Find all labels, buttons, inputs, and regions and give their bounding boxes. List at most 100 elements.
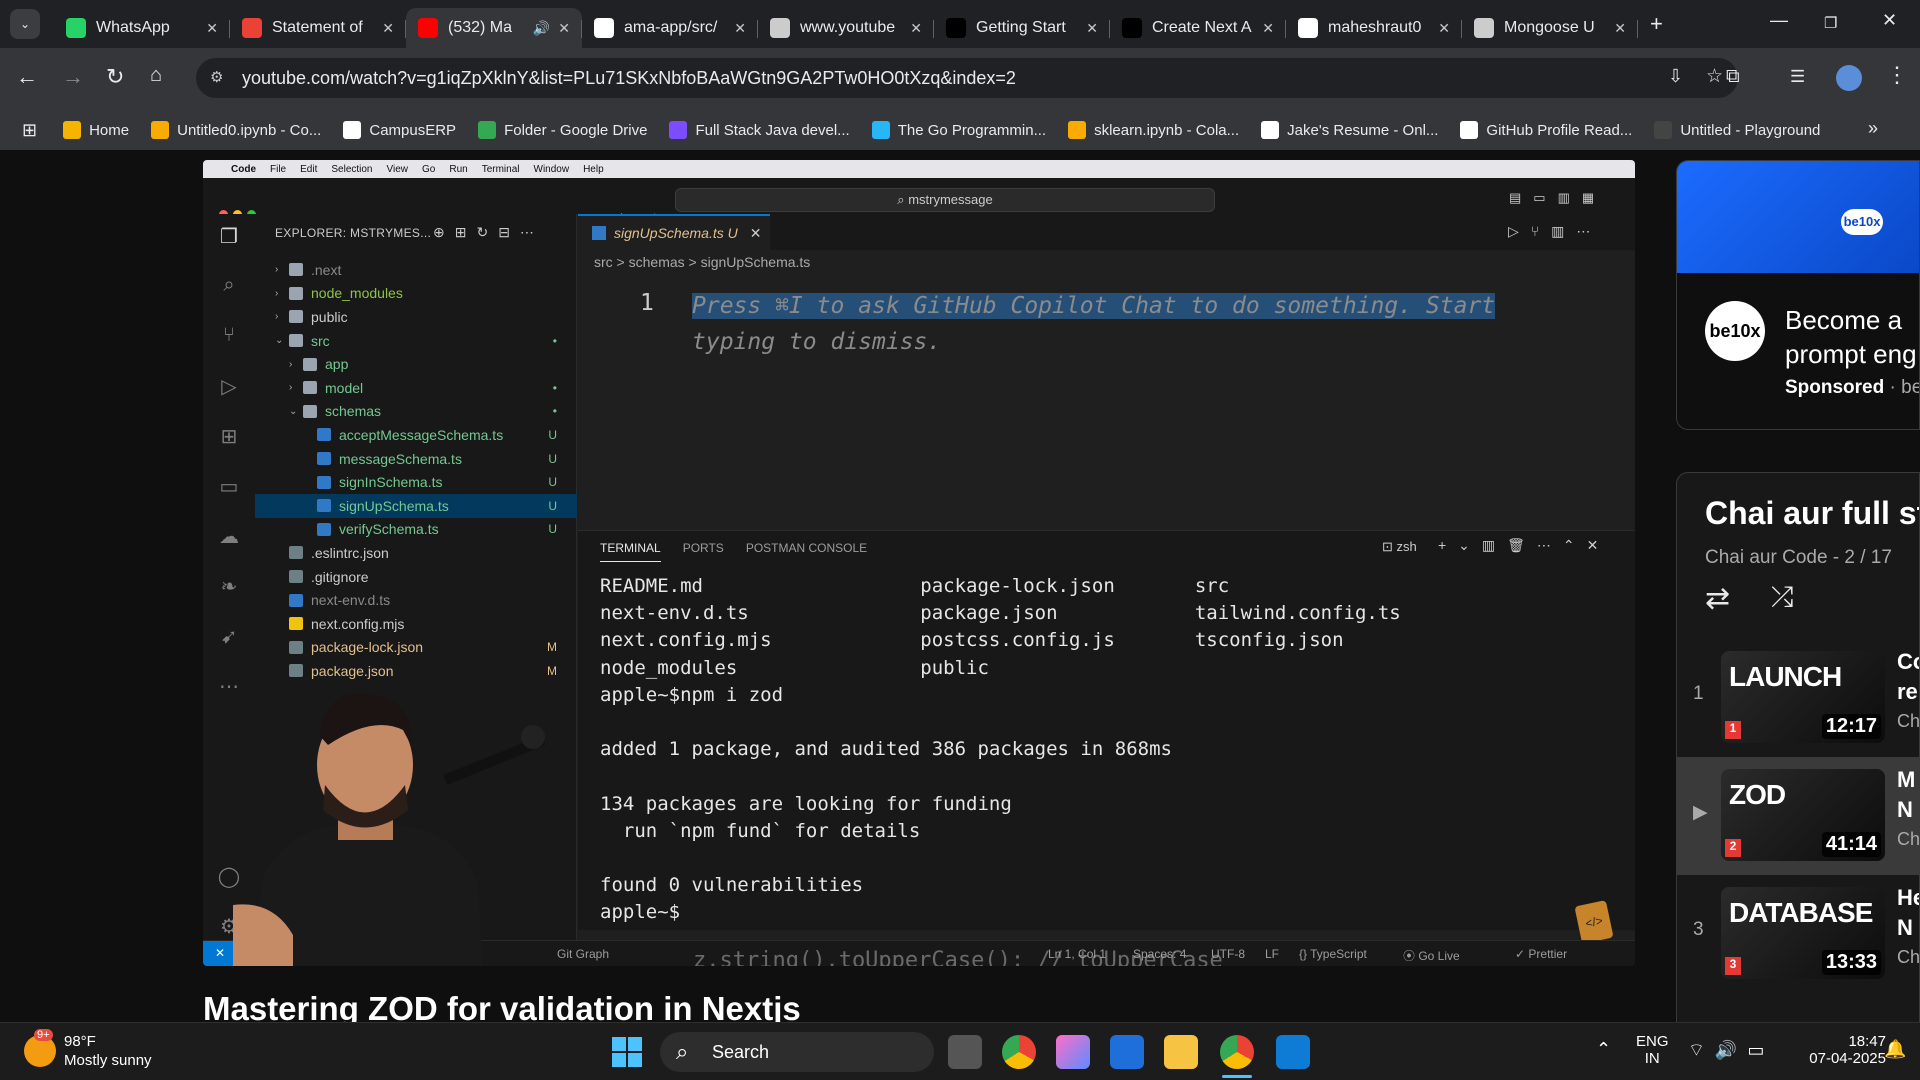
editor-actions: ▷⑂▥⋯: [1508, 223, 1603, 239]
shuffle-icon[interactable]: ⤮: [1771, 581, 1793, 614]
video-player[interactable]: Code File Edit Selection View Go Run Terminal Wi…: [203, 160, 1635, 966]
bookmark-item[interactable]: GitHub Profile Read...: [1460, 121, 1632, 139]
status-git-graph: Git Graph: [557, 947, 610, 961]
video-duration: 13:33: [1821, 950, 1881, 975]
bookmark-favicon: [1261, 121, 1280, 139]
browser-tab[interactable]: Statement of ✕: [230, 8, 406, 48]
tab-search-button[interactable]: ⌄: [10, 9, 40, 39]
bookmark-star-icon[interactable]: ☆: [1706, 65, 1723, 88]
mac-menu-item: Edit: [300, 163, 318, 175]
restore-icon[interactable]: ❐: [1824, 14, 1837, 32]
apps-grid-icon[interactable]: ⊞: [22, 120, 37, 141]
install-app-icon[interactable]: ⇩: [1668, 66, 1683, 87]
bookmark-item[interactable]: Untitled0.ipynb - Co...: [151, 121, 321, 139]
media-control-icon[interactable]: ☰: [1790, 67, 1805, 87]
tab-close-icon[interactable]: ✕: [1614, 20, 1626, 37]
new-tab-button[interactable]: +: [1650, 11, 1663, 37]
bookmark-item[interactable]: Untitled - Playground: [1654, 121, 1820, 139]
browser-tab[interactable]: Mongoose U ✕: [1462, 8, 1638, 48]
folder-icon: [289, 310, 303, 324]
clock-date: 07-04-2025: [1809, 1050, 1886, 1067]
tab-close-icon[interactable]: ✕: [206, 20, 218, 37]
bookmark-item[interactable]: Home: [63, 121, 129, 139]
playlist-item[interactable]: 1 LAUNCH 1 12:17 Co re Ch: [1677, 639, 1919, 757]
thumbnail-text: DATABASE: [1729, 897, 1873, 928]
profile-avatar[interactable]: [1836, 65, 1862, 91]
tab-close-icon[interactable]: ✕: [734, 20, 746, 37]
browser-menu-icon[interactable]: ⋮: [1886, 62, 1908, 88]
clock[interactable]: 18:47 07-04-2025: [1786, 1033, 1886, 1067]
browser-tab[interactable]: Getting Start ✕: [934, 8, 1110, 48]
bookmark-item[interactable]: Full Stack Java devel...: [669, 121, 850, 139]
tray-icons[interactable]: ⌔🔊▭: [1688, 1039, 1774, 1062]
weather-desc[interactable]: Mostly sunny: [64, 1052, 152, 1069]
tab-close-icon[interactable]: ✕: [382, 20, 394, 37]
back-icon[interactable]: ←: [16, 64, 38, 90]
mac-menu-item: Terminal: [481, 163, 520, 175]
tab-close-icon[interactable]: ✕: [910, 20, 922, 37]
weather-sun-icon[interactable]: 9+: [24, 1029, 56, 1067]
language-indicator[interactable]: ENG IN: [1636, 1033, 1669, 1067]
bookmark-item[interactable]: sklearn.ipynb - Cola...: [1068, 121, 1239, 139]
bookmark-label: GitHub Profile Read...: [1486, 121, 1633, 139]
taskbar-search[interactable]: ⌕ Search: [660, 1032, 934, 1072]
tab-close-icon[interactable]: ✕: [558, 20, 570, 37]
forward-icon[interactable]: →: [62, 64, 84, 90]
browser-tab[interactable]: (532) Ma 🔊 ✕: [406, 8, 582, 48]
terminal-line: found 0 vulnerabilities: [600, 874, 864, 897]
browser-tab[interactable]: Create Next A ✕: [1110, 8, 1286, 48]
address-row: ← → ↻ ⌂ ⚙ youtube.com/watch?v=g1iqZpXkln…: [0, 48, 1920, 110]
bookmark-item[interactable]: CampusERP: [343, 121, 456, 139]
bookmark-favicon: [1068, 121, 1087, 139]
chrome-icon[interactable]: [1002, 1035, 1036, 1069]
sponsored-ad[interactable]: be10x be10x Become a prompt eng Sponsore…: [1676, 160, 1920, 430]
reload-icon[interactable]: ↻: [106, 64, 124, 90]
close-window-icon[interactable]: ✕: [1882, 10, 1897, 31]
copilot-icon[interactable]: [1056, 1035, 1090, 1069]
playlist-item[interactable]: 3 DATABASE 3 13:33 He N Ch: [1677, 875, 1919, 993]
playlist-item[interactable]: ▶ ZOD 2 41:14 M N Ch: [1677, 757, 1919, 875]
browser-tab[interactable]: maheshraut0 ✕: [1286, 8, 1462, 48]
tab-close-icon[interactable]: ✕: [1438, 20, 1450, 37]
browser-tab[interactable]: www.youtube ✕: [758, 8, 934, 48]
more-bookmarks-icon[interactable]: »: [1868, 118, 1878, 139]
store-icon[interactable]: [1110, 1035, 1144, 1069]
video-thumbnail: DATABASE 3 13:33: [1721, 887, 1885, 979]
playlist-title[interactable]: Chai aur full st: [1705, 495, 1919, 532]
item-title-fragment: Co: [1897, 649, 1919, 674]
task-view-icon[interactable]: [948, 1035, 982, 1069]
folder-icon: [303, 381, 317, 395]
browser-tab[interactable]: WhatsApp ✕: [54, 8, 230, 48]
postman-icon: ➹: [220, 626, 238, 648]
editor-tab-label: signUpSchema.ts U: [614, 225, 738, 241]
bookmark-favicon: [151, 121, 170, 139]
tab-title: ama-app/src/: [624, 19, 718, 36]
weather-temp[interactable]: 98°F: [64, 1033, 96, 1050]
tab-title: Mongoose U: [1504, 19, 1595, 36]
bookmark-item[interactable]: Jake's Resume - Onl...: [1261, 121, 1438, 139]
tree-item-label: schemas: [325, 403, 382, 420]
bookmark-item[interactable]: Folder - Google Drive: [478, 121, 647, 139]
thumbnail-text: ZOD: [1729, 779, 1786, 810]
advertiser-avatar: be10x: [1705, 301, 1765, 361]
tree-item-label: public: [311, 308, 348, 325]
video-duration: 12:17: [1821, 714, 1881, 739]
url-bar[interactable]: ⚙ youtube.com/watch?v=g1iqZpXklnY&list=P…: [196, 58, 1738, 98]
tab-close-icon[interactable]: ✕: [1262, 20, 1274, 37]
tray-chevron-icon[interactable]: ⌃: [1596, 1039, 1611, 1060]
notifications-icon[interactable]: 🔔: [1884, 1039, 1906, 1060]
file-explorer-icon[interactable]: [1164, 1035, 1198, 1069]
bookmark-item[interactable]: The Go Programmin...: [871, 121, 1046, 139]
nextjs-icon: [946, 18, 966, 38]
site-info-icon[interactable]: ⚙: [210, 68, 223, 86]
tab-close-icon[interactable]: ✕: [1086, 20, 1098, 37]
extensions-icon[interactable]: ⧉: [1726, 66, 1740, 88]
chrome-profile-icon[interactable]: [1220, 1035, 1254, 1069]
minimize-icon[interactable]: —: [1770, 10, 1788, 31]
start-windows-icon[interactable]: [612, 1037, 642, 1067]
home-icon[interactable]: ⌂: [150, 64, 162, 87]
loop-icon[interactable]: ⇄: [1705, 581, 1730, 616]
vscode-icon[interactable]: [1276, 1035, 1310, 1069]
search-icon: ⌕: [676, 1039, 689, 1064]
browser-tab[interactable]: ama-app/src/ ✕: [582, 8, 758, 48]
